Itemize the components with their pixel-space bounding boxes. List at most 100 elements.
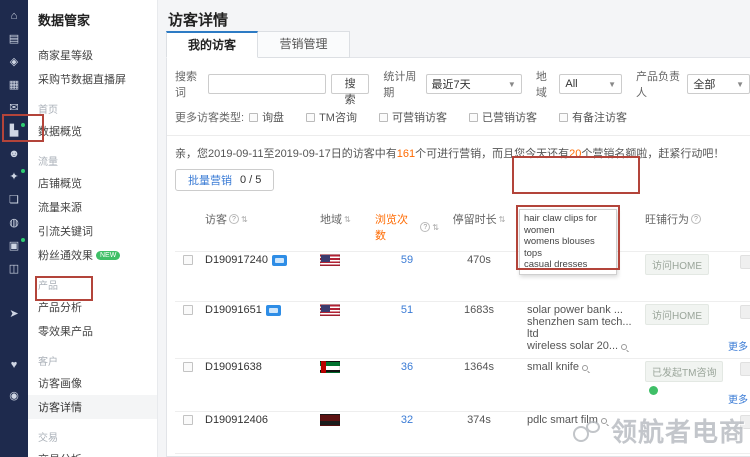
region-select[interactable]: All ▼	[559, 74, 622, 94]
stay-duration: 374s	[439, 412, 519, 426]
camera-icon[interactable]: ◉	[6, 388, 22, 404]
behavior-badge[interactable]: 访问HOME	[645, 254, 709, 275]
plane-icon[interactable]: ➤	[6, 306, 22, 322]
tab-marketing-management[interactable]: 营销管理	[258, 31, 350, 58]
keywords-cell: small knife	[519, 359, 645, 379]
sidebar-item-keywords[interactable]: 引流关键词	[28, 219, 157, 243]
home-icon[interactable]: ⌂	[6, 8, 22, 24]
notice-text: 个营销名额啦，赶紧行动吧！	[581, 148, 724, 160]
chevron-down-icon: ▼	[736, 80, 744, 89]
sort-icon[interactable]: ⇅	[432, 223, 439, 232]
views-count[interactable]: 32	[375, 412, 439, 426]
views-count[interactable]: 59	[375, 252, 439, 266]
checkbox-marketable[interactable]: 可营销访客	[379, 109, 447, 125]
row-action-button[interactable]	[740, 255, 750, 269]
keyword-line: wireless solar 20...	[527, 340, 618, 352]
views-count[interactable]: 51	[375, 302, 439, 316]
checkbox-marketed[interactable]: 已营销访客	[469, 109, 537, 125]
table-row: D19091651 51 1683s solar power bank ... …	[175, 301, 750, 358]
period-label: 统计周期	[383, 68, 420, 100]
search-button[interactable]: 搜索	[331, 74, 370, 94]
marketable-count: 161	[397, 148, 415, 160]
sidebar-item-visitor-profile[interactable]: 访客画像	[28, 371, 157, 395]
owner-select[interactable]: 全部 ▼	[687, 74, 750, 94]
store-icon[interactable]: ▤	[6, 31, 22, 47]
keyword-line: small knife	[527, 361, 579, 373]
region-value: All	[565, 78, 577, 90]
help-icon[interactable]: ?	[229, 214, 239, 224]
sidebar-item-merchant-star[interactable]: 商家星等级	[28, 43, 157, 67]
row-checkbox[interactable]	[183, 255, 193, 265]
globe-icon[interactable]: ◍	[6, 215, 22, 231]
help-icon[interactable]: ?	[420, 222, 430, 232]
sidebar-section-trade: 交易	[28, 419, 157, 447]
search-keyword-icon[interactable]	[601, 418, 607, 424]
heart-icon[interactable]: ♥	[6, 357, 22, 373]
visitor-table: 访客?⇅ 地域⇅ 浏览次数?⇅ 停留时长⇅ 常用搜索词? 旺铺行为? D1909…	[175, 205, 750, 457]
sidebar-item-zero-effect[interactable]: 零效果产品	[28, 319, 157, 343]
sidebar-item-traffic-source[interactable]: 流量来源	[28, 195, 157, 219]
chart-glyph: ▙	[10, 125, 18, 137]
search-term-label: 搜索词	[175, 68, 203, 100]
sort-icon[interactable]: ⇅	[241, 215, 248, 224]
period-select[interactable]: 最近7天 ▼	[426, 74, 522, 94]
sidebar-item-procurement-screen[interactable]: 采购节数据直播屏	[28, 67, 157, 91]
row-checkbox[interactable]	[183, 305, 193, 315]
checkbox-tm-consult[interactable]: TM咨询	[306, 109, 357, 125]
table-row: D190917240 59 470s hair claw clips f 访问H…	[175, 251, 750, 301]
behavior-badge[interactable]: 访问HOME	[645, 304, 709, 325]
period-value: 最近7天	[432, 76, 471, 92]
chart-icon[interactable]: ▙	[6, 123, 22, 139]
tab-panel: 搜索词 搜索 统计周期 最近7天▼ 地域 All▼ 产品负责人 全部▼ 更多访客…	[166, 57, 750, 457]
row-checkbox[interactable]	[183, 362, 193, 372]
more-link[interactable]: 更多	[728, 391, 748, 406]
table-row: D19091638 36 1364s small knife 已发起TM咨询 更…	[175, 358, 750, 411]
views-count[interactable]: 36	[375, 359, 439, 373]
visitor-id[interactable]: D190917240	[205, 254, 268, 266]
tab-my-visitors[interactable]: 我的访客	[166, 31, 258, 58]
bank-icon[interactable]: ◫	[6, 261, 22, 277]
row-action-button[interactable]	[740, 415, 750, 429]
visitor-id[interactable]: D19091638	[205, 361, 262, 373]
row-checkbox[interactable]	[183, 415, 193, 425]
briefcase-icon[interactable]: ▣	[6, 238, 22, 254]
sort-icon[interactable]: ⇅	[499, 215, 506, 224]
sidebar-item-visitor-details[interactable]: 访客详情	[28, 395, 157, 419]
sidebar-item-trade-analysis[interactable]: 交易分析	[28, 447, 157, 457]
behavior-badge[interactable]: 已发起TM咨询	[645, 361, 723, 382]
search-keyword-icon[interactable]	[621, 344, 627, 350]
people-icon[interactable]: ☻	[6, 146, 22, 162]
keywords-tooltip: hair claw clips for women womens blouses…	[519, 209, 617, 275]
table-header: 访客?⇅ 地域⇅ 浏览次数?⇅ 停留时长⇅ 常用搜索词? 旺铺行为?	[175, 205, 750, 251]
sidebar-item-data-overview[interactable]: 数据概览	[28, 119, 157, 143]
more-types-label: 更多访客类型:	[175, 109, 244, 125]
help-icon[interactable]: ?	[691, 214, 701, 224]
visitor-tag-badge	[266, 305, 281, 316]
sidebar-item-shop-overview[interactable]: 店铺概览	[28, 171, 157, 195]
sidebar-section-customer: 客户	[28, 343, 157, 371]
more-link[interactable]: 更多	[728, 338, 748, 353]
batch-marketing-button[interactable]: 批量营销 0 / 5	[175, 169, 274, 191]
grid-icon[interactable]: ▦	[6, 77, 22, 93]
message-icon[interactable]: ✉	[6, 100, 22, 116]
checkbox-noted[interactable]: 有备注访客	[559, 109, 627, 125]
chevron-down-icon: ▼	[608, 80, 616, 89]
row-action-button[interactable]	[740, 362, 750, 376]
row-action-button[interactable]	[740, 305, 750, 319]
search-input[interactable]	[208, 74, 326, 94]
checkbox-icon	[559, 113, 568, 122]
chevron-down-icon: ▼	[508, 80, 516, 89]
sidebar-item-fans-effect[interactable]: 粉丝通效果NEW	[28, 243, 157, 267]
shield-icon[interactable]: ◈	[6, 54, 22, 70]
checkbox-inquiry[interactable]: 询盘	[249, 109, 284, 125]
sidebar-section-home: 首页	[28, 91, 157, 119]
sidebar-item-product-analysis[interactable]: 产品分析	[28, 295, 157, 319]
book-icon[interactable]: ❏	[6, 192, 22, 208]
owner-value: 全部	[693, 76, 715, 92]
notice-text: 个可进行营销，而且您今天还有	[415, 148, 569, 160]
visitor-id[interactable]: D19091651	[205, 304, 262, 316]
visitor-id[interactable]: D190912406	[205, 414, 268, 426]
search-keyword-icon[interactable]	[582, 365, 588, 371]
share-icon[interactable]: ✦	[6, 169, 22, 185]
sort-icon[interactable]: ⇅	[344, 215, 351, 224]
